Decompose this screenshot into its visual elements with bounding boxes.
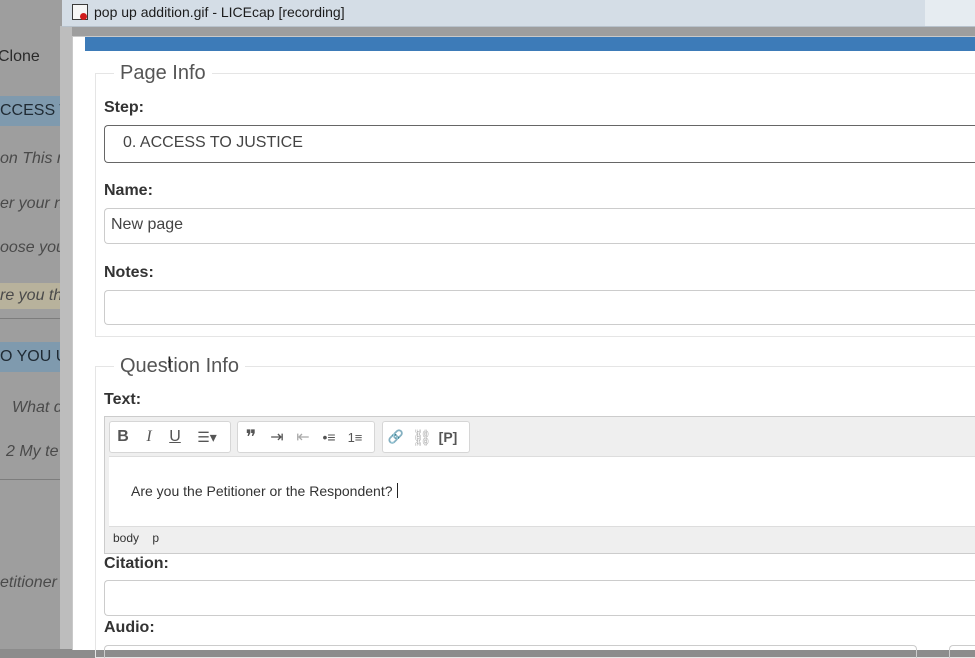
link-icon[interactable]: 🔗	[383, 422, 409, 452]
bg-scroll-strip	[60, 26, 72, 649]
indent-button[interactable]: ⇥	[264, 422, 290, 452]
step-label: Step:	[104, 99, 144, 116]
bg-clone-label: Clone	[0, 48, 40, 65]
underline-button[interactable]: U	[162, 422, 188, 452]
path-item[interactable]: p	[152, 531, 159, 545]
rich-text-editor: B I U ☰▾ ❞ ⇥ ⇤ •≡ 1≡ 🔗 ⛓ [P] Are you the…	[104, 416, 975, 554]
bg-row-section: O YOU U	[0, 342, 60, 372]
bg-row-step: CCESS TO _	[0, 96, 60, 126]
format-toolbar-group: B I U ☰▾	[109, 421, 231, 453]
bg-divider	[0, 318, 60, 319]
audio-label: Audio:	[104, 619, 155, 636]
step-select[interactable]: 0. ACCESS TO JUSTICE	[104, 125, 975, 163]
bold-button[interactable]: B	[110, 422, 136, 452]
editor-text: Are you the Petitioner or the Respondent…	[131, 483, 398, 499]
block-toolbar-group: ❞ ⇥ ⇤ •≡ 1≡	[237, 421, 375, 453]
name-label: Name:	[104, 182, 153, 199]
citation-label: Citation:	[104, 555, 169, 572]
paragraph-button[interactable]: [P]	[435, 422, 461, 452]
page-edit-modal: Page Info Step: 0. ACCESS TO JUSTICE Nam…	[72, 36, 975, 658]
text-label: Text:	[104, 391, 142, 408]
question-info-legend: Question Info	[114, 355, 245, 378]
citation-input[interactable]	[104, 580, 975, 616]
path-item[interactable]: body	[113, 531, 139, 545]
audio-button[interactable]	[949, 645, 975, 658]
recorder-bar-end	[925, 0, 975, 26]
name-input-value: New page	[111, 216, 184, 233]
italic-button[interactable]: I	[136, 422, 162, 452]
bg-divider	[0, 479, 60, 480]
notes-label: Notes:	[104, 264, 154, 281]
outdent-button[interactable]: ⇤	[290, 422, 316, 452]
audio-input[interactable]	[104, 645, 917, 658]
text-caret	[396, 483, 398, 498]
recorder-title: pop up addition.gif - LICEcap [recording…	[94, 4, 345, 20]
page-info-legend: Page Info	[114, 62, 212, 85]
notes-input[interactable]	[104, 290, 975, 325]
unlink-icon[interactable]: ⛓	[409, 422, 435, 452]
editor-content-area[interactable]: Are you the Petitioner or the Respondent…	[109, 456, 975, 527]
link-toolbar-group: 🔗 ⛓ [P]	[382, 421, 470, 453]
numbered-list-button[interactable]: 1≡	[342, 422, 368, 452]
editor-text-content: Are you the Petitioner or the Respondent…	[131, 483, 393, 499]
name-input[interactable]: New page	[104, 208, 975, 244]
bullet-list-button[interactable]: •≡	[316, 422, 342, 452]
licecap-record-icon	[72, 4, 88, 20]
modal-header-bar	[85, 37, 975, 51]
editor-element-path: body p	[113, 531, 169, 545]
step-selected-value: 0. ACCESS TO JUSTICE	[123, 134, 303, 151]
text-cursor-icon: I	[167, 353, 172, 372]
styles-dropdown-button[interactable]: ☰▾	[188, 422, 226, 452]
blockquote-button[interactable]: ❞	[238, 422, 264, 452]
recorder-titlebar[interactable]: pop up addition.gif - LICEcap [recording…	[62, 0, 975, 27]
